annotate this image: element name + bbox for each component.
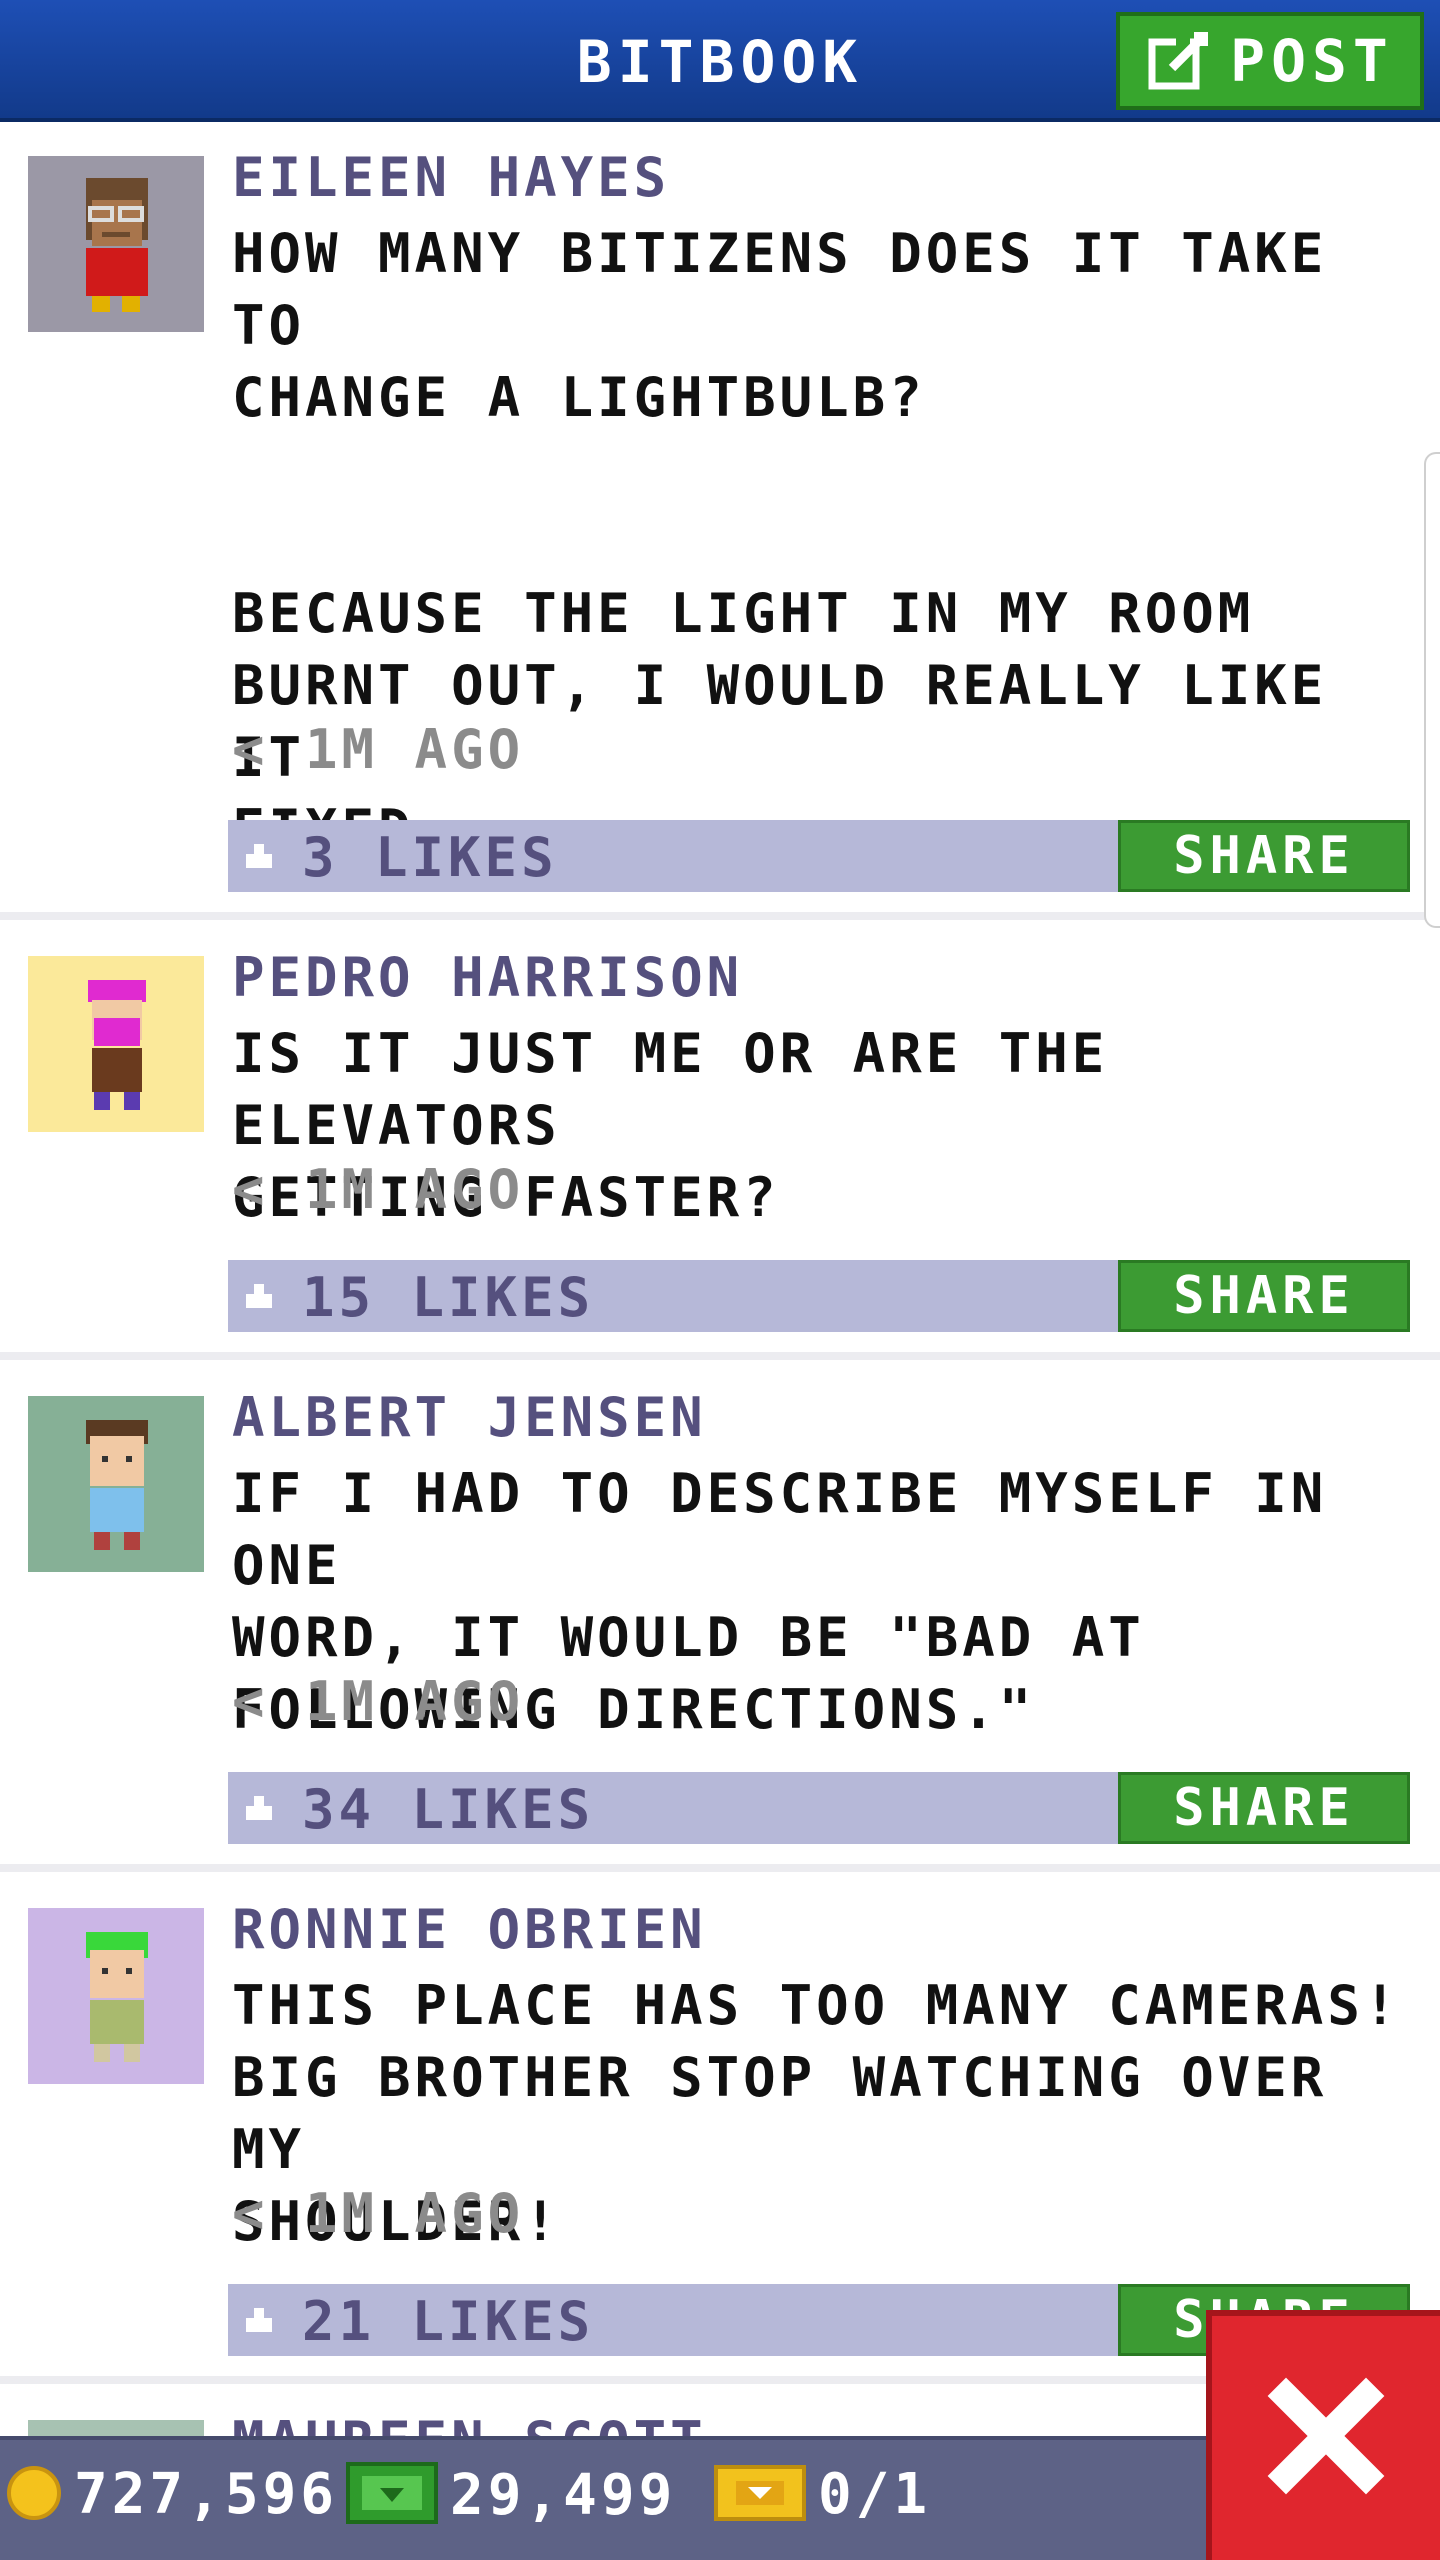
- close-icon: [1266, 2376, 1386, 2500]
- bux-counter[interactable]: 29,499: [346, 2462, 676, 2528]
- thumbs-up-icon[interactable]: [244, 2304, 274, 2334]
- likes-count: 34 LIKES: [302, 1778, 595, 1841]
- post-author[interactable]: MAUREEN SCOTT: [232, 2410, 707, 2437]
- thumbs-up-icon[interactable]: [244, 840, 274, 870]
- thumbs-up-icon[interactable]: [244, 1792, 274, 1822]
- likes-bar: 15 LIKES SHARE: [228, 1260, 1410, 1332]
- coin-icon: [6, 2465, 62, 2525]
- post-button-label: POST: [1230, 27, 1394, 95]
- likes-count: 15 LIKES: [302, 1266, 595, 1329]
- share-button[interactable]: SHARE: [1118, 1260, 1410, 1332]
- share-button[interactable]: SHARE: [1118, 1772, 1410, 1844]
- post-time: < 1M AGO: [232, 718, 525, 781]
- avatar[interactable]: [28, 2420, 204, 2437]
- likes-bar: 34 LIKES SHARE: [228, 1772, 1410, 1844]
- tickets-value: 0/1: [818, 2462, 932, 2527]
- likes-bar: 3 LIKES SHARE: [228, 820, 1410, 892]
- coins-counter[interactable]: 727,596: [6, 2462, 338, 2527]
- post-author[interactable]: EILEEN HAYES: [232, 146, 670, 209]
- post-author[interactable]: RONNIE OBRIEN: [232, 1898, 707, 1961]
- feed[interactable]: EILEEN HAYES HOW MANY BITIZENS DOES IT T…: [0, 122, 1440, 2437]
- likes-count: 21 LIKES: [302, 2290, 595, 2353]
- avatar[interactable]: [28, 156, 204, 332]
- post-time: < 1M AGO: [232, 1670, 525, 1733]
- post-author[interactable]: PEDRO HARRISON: [232, 946, 743, 1009]
- avatar[interactable]: [28, 956, 204, 1132]
- share-button[interactable]: SHARE: [1118, 820, 1410, 892]
- avatar[interactable]: [28, 1396, 204, 1572]
- bux-value: 29,499: [450, 2462, 677, 2528]
- post-button[interactable]: POST: [1116, 12, 1424, 110]
- close-button[interactable]: [1206, 2310, 1440, 2560]
- divider: [0, 1352, 1440, 1360]
- ticket-icon: [714, 2464, 806, 2525]
- coins-value: 727,596: [74, 2462, 339, 2527]
- bux-icon: [346, 2462, 438, 2528]
- divider: [0, 1864, 1440, 1872]
- thumbs-up-icon[interactable]: [244, 1280, 274, 1310]
- tickets-counter[interactable]: 0/1: [714, 2462, 931, 2527]
- likes-count: 3 LIKES: [302, 826, 558, 889]
- divider: [0, 912, 1440, 920]
- header: BITBOOK POST: [0, 0, 1440, 122]
- edit-icon: [1146, 28, 1212, 94]
- post-time: < 1M AGO: [232, 2182, 525, 2245]
- scroll-indicator[interactable]: [1424, 452, 1440, 928]
- avatar[interactable]: [28, 1908, 204, 2084]
- post-time: < 1M AGO: [232, 1158, 525, 1221]
- post-author[interactable]: ALBERT JENSEN: [232, 1386, 707, 1449]
